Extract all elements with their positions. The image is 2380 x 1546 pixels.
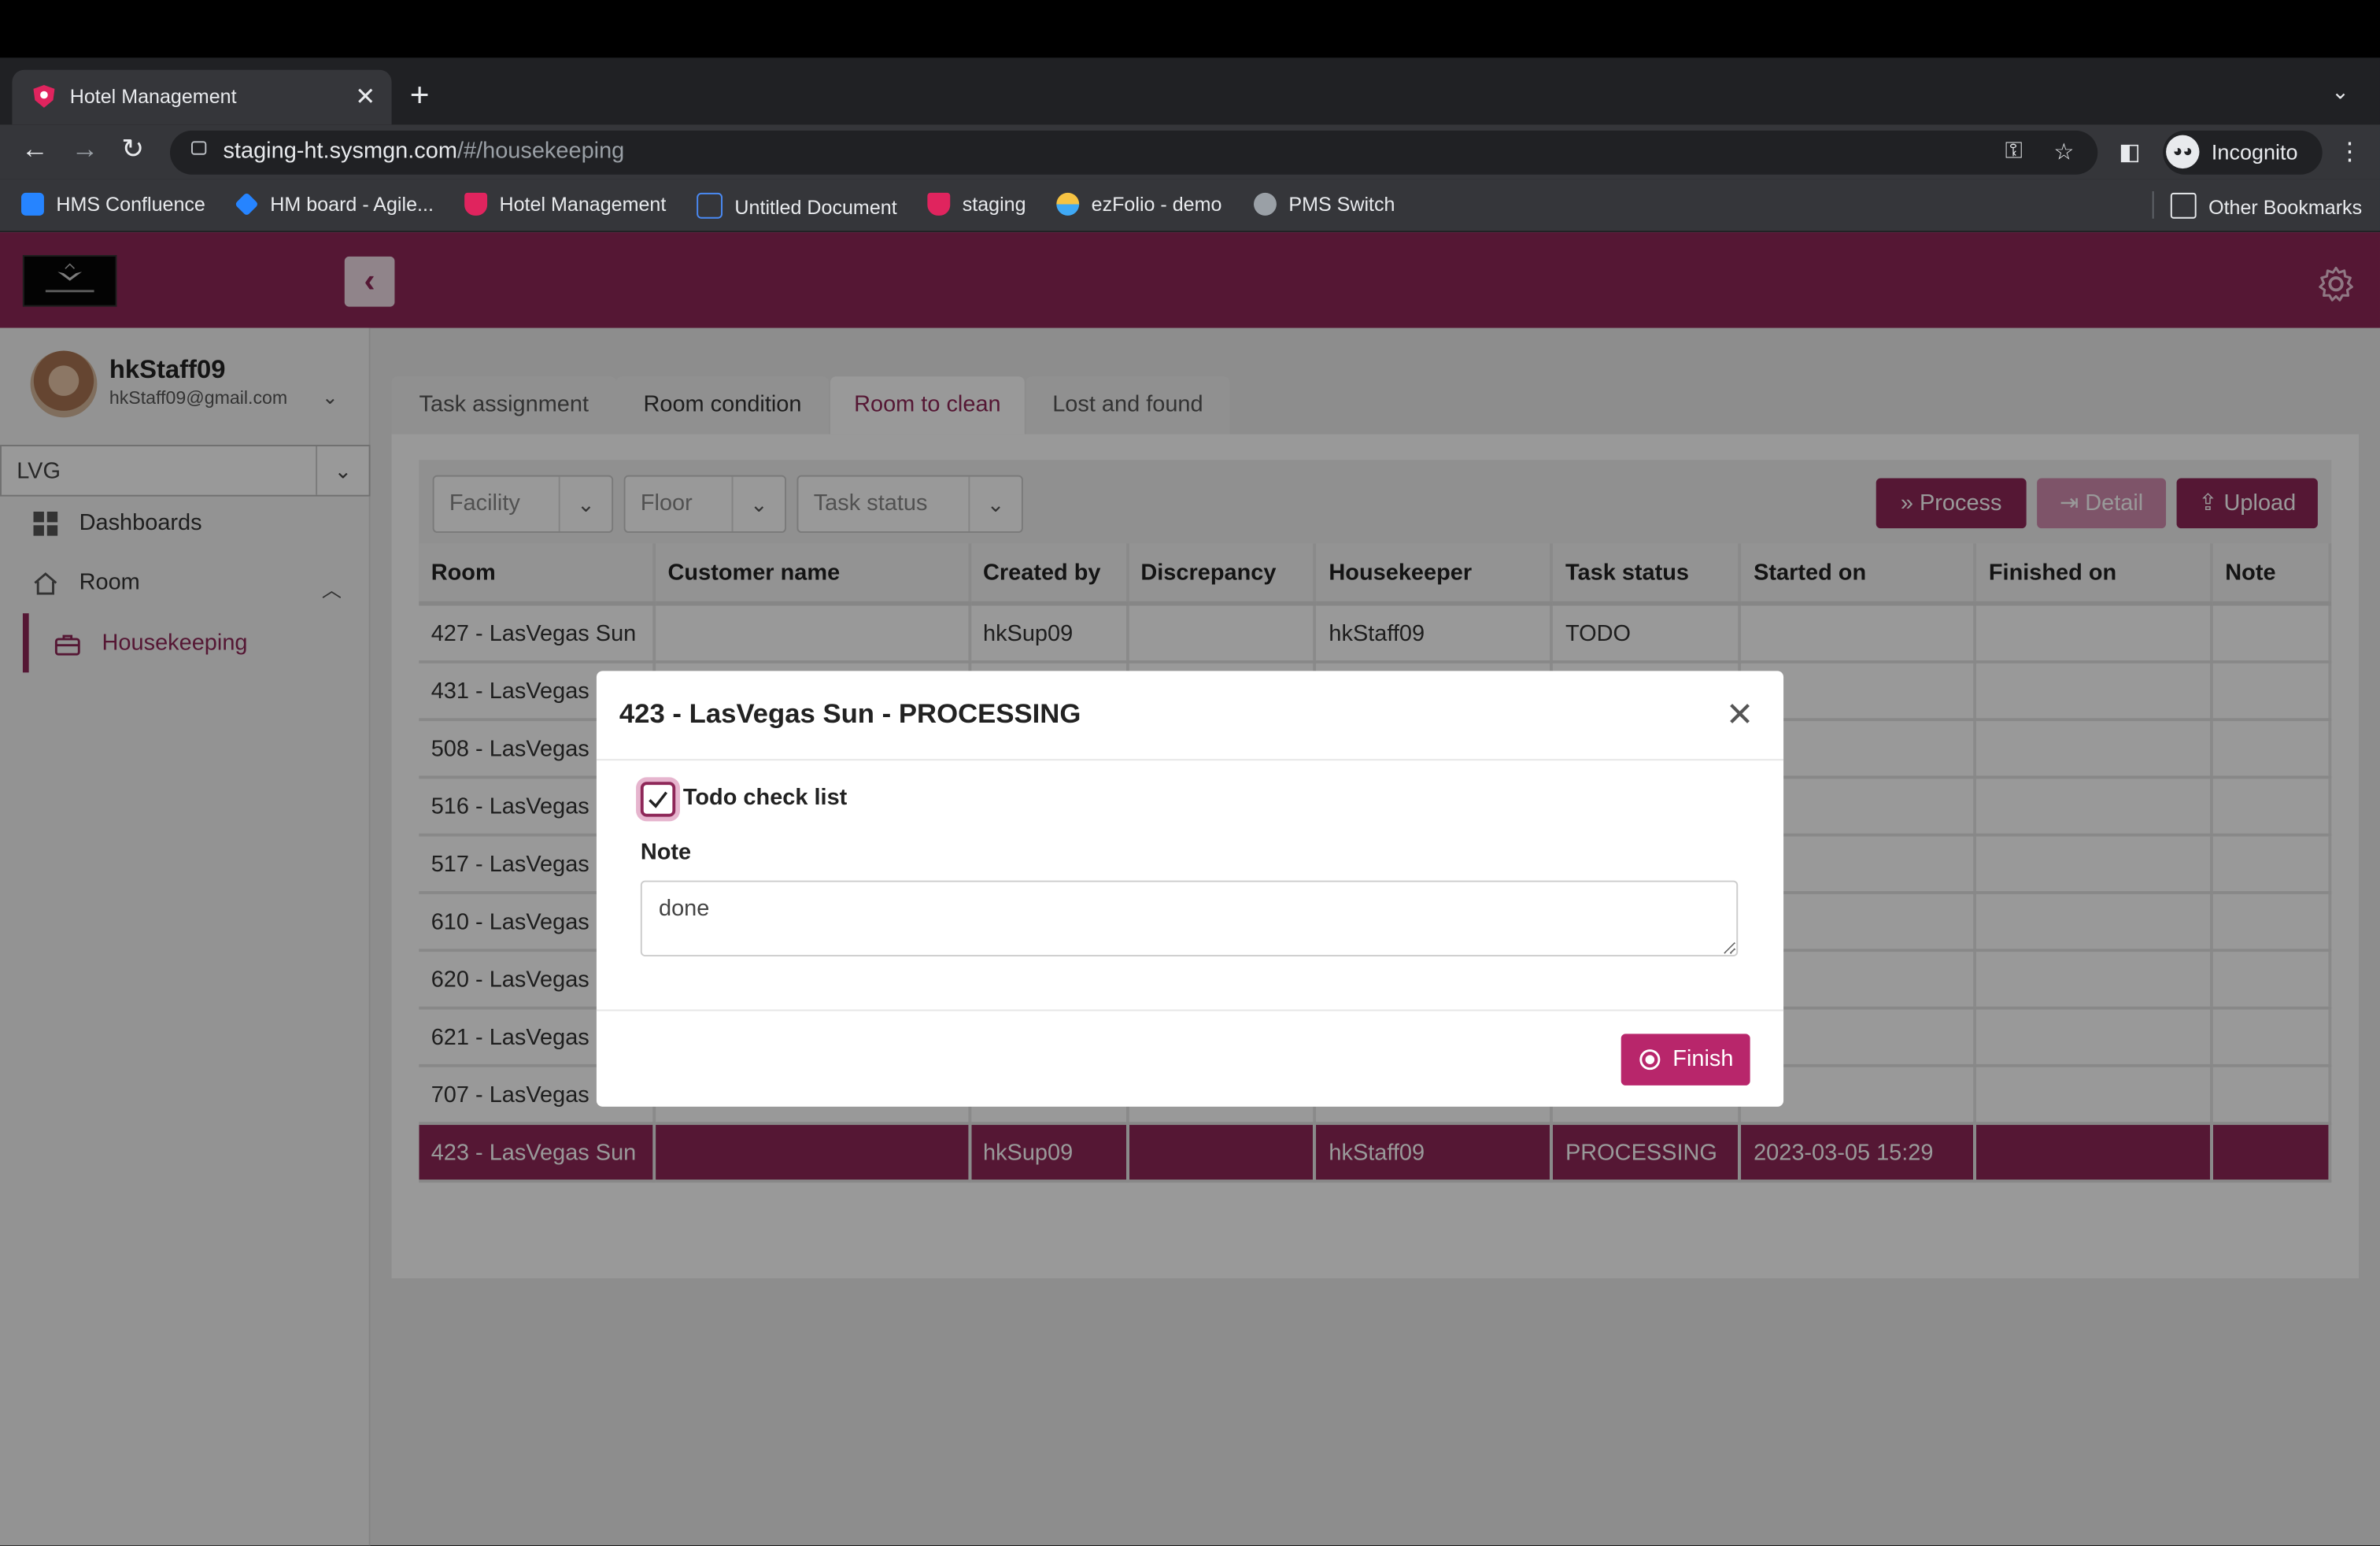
bookmark-hotel-management[interactable]: Hotel Management <box>464 192 666 216</box>
note-textarea[interactable]: done <box>640 880 1739 956</box>
bookmark-pms-switch[interactable]: PMS Switch <box>1253 192 1395 216</box>
shield-icon <box>927 192 951 216</box>
todo-checklist-checkbox[interactable] <box>640 782 676 817</box>
modal-footer-divider <box>596 1009 1784 1012</box>
ezfolio-icon <box>1056 192 1080 216</box>
confluence-icon <box>20 192 44 216</box>
todo-checklist-label[interactable]: Todo check list <box>683 785 847 811</box>
bookmark-staging[interactable]: staging <box>927 192 1026 216</box>
lock-icon <box>190 141 207 155</box>
more-menu-icon[interactable]: ⋮ <box>2338 137 2362 168</box>
bookmark-ezfolio-demo[interactable]: ezFolio - demo <box>1056 192 1221 216</box>
other-bookmarks[interactable]: Other Bookmarks <box>2170 192 2362 219</box>
close-tab-icon[interactable]: ✕ <box>355 82 375 113</box>
reload-icon[interactable]: ↻ <box>121 134 144 165</box>
bookmarks-separator <box>2152 190 2154 219</box>
bookmark-hm-board[interactable]: HM board - Agile... <box>235 192 434 216</box>
back-icon[interactable]: ← <box>21 134 49 165</box>
tab-search-chevron-icon[interactable]: ⌄ <box>2331 79 2349 105</box>
url-text[interactable]: staging-ht.sysmgn.com/#/housekeeping <box>223 138 624 164</box>
modal-divider <box>596 759 1784 761</box>
browser-tab-title: Hotel Management <box>69 84 237 108</box>
globe-icon <box>1253 192 1277 216</box>
finish-label: Finish <box>1672 1045 1734 1072</box>
finish-button[interactable]: Finish <box>1621 1034 1750 1086</box>
folder-icon <box>2170 192 2197 219</box>
side-panel-icon[interactable]: ◧ <box>2119 138 2140 165</box>
checkmark-icon <box>649 791 668 808</box>
incognito-badge[interactable]: ◕◕ Incognito <box>2163 130 2323 175</box>
stop-circle-icon <box>1639 1049 1661 1071</box>
shield-favicon-icon <box>33 84 55 108</box>
browser-tab[interactable]: Hotel Management ✕ <box>12 69 392 125</box>
forward-icon[interactable]: → <box>72 134 99 165</box>
close-icon[interactable]: ✕ <box>1726 695 1754 734</box>
shield-icon <box>464 192 488 216</box>
bookmark-hms-confluence[interactable]: HMS Confluence <box>20 192 205 216</box>
incognito-icon: ◕◕ <box>2166 135 2200 169</box>
key-icon[interactable]: ⚿ <box>2005 138 2023 164</box>
star-icon[interactable]: ☆ <box>2053 138 2074 165</box>
note-label: Note <box>640 839 692 866</box>
new-tab-icon[interactable]: + <box>410 76 430 115</box>
screen-top-bar <box>0 0 2380 58</box>
incognito-label: Incognito <box>2211 139 2298 165</box>
document-icon <box>697 192 722 219</box>
modal-title: 423 - LasVegas Sun - PROCESSING <box>619 698 1081 729</box>
bookmark-untitled-document[interactable]: Untitled Document <box>697 192 897 219</box>
jira-icon <box>235 192 259 216</box>
